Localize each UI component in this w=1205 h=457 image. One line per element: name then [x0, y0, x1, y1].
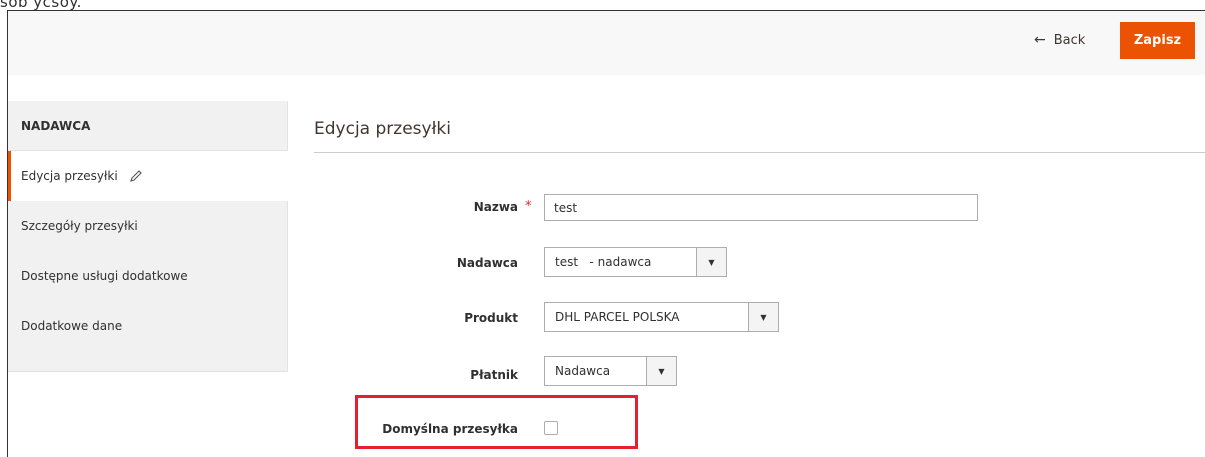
- required-marker: *: [525, 199, 532, 214]
- sidebar-item-szczegoly-przesylki[interactable]: Szczegóły przesyłki: [8, 201, 288, 251]
- pencil-icon: [129, 170, 142, 182]
- sender-select-value: test - nadawca: [555, 255, 652, 269]
- sidebar-title: NADAWCA: [8, 101, 288, 151]
- name-label: Nazwa: [473, 200, 518, 214]
- page-actions-header: ← Back Zapisz: [8, 11, 1205, 75]
- product-select[interactable]: DHL PARCEL POLSKA ▼: [544, 302, 779, 332]
- sidebar-item-label: Edycja przesyłki: [21, 169, 118, 183]
- chevron-down-icon: ▼: [696, 248, 726, 276]
- section-title: Edycja przesyłki: [314, 119, 451, 139]
- payer-label: Płatnik: [470, 368, 518, 382]
- section-divider: [314, 152, 1205, 153]
- sidebar-item-label: Dodatkowe dane: [21, 319, 123, 333]
- sidebar-item-dostepne-uslugi[interactable]: Dostępne usługi dodatkowe: [8, 251, 288, 301]
- back-label: Back: [1053, 32, 1086, 48]
- name-input[interactable]: test: [544, 194, 978, 221]
- sidebar-item-edycja-przesylki[interactable]: Edycja przesyłki: [8, 151, 288, 201]
- sender-select[interactable]: test - nadawca ▼: [544, 247, 727, 277]
- sidebar-item-label: Dostępne usługi dodatkowe: [21, 269, 188, 283]
- product-label: Produkt: [464, 311, 518, 325]
- highlight-annotation: [355, 395, 638, 449]
- save-button[interactable]: Zapisz: [1120, 22, 1195, 59]
- sidebar-item-label: Szczegóły przesyłki: [21, 219, 138, 233]
- chevron-down-icon: ▼: [748, 303, 778, 331]
- sidebar-tabs: NADAWCA Edycja przesyłki Szczegóły przes…: [8, 101, 288, 372]
- sender-label: Nadawca: [456, 256, 518, 270]
- arrow-left-icon: ←: [1034, 32, 1046, 48]
- back-button[interactable]: ← Back: [1034, 32, 1085, 48]
- admin-page-frame: ← Back Zapisz NADAWCA Edycja przesyłki S…: [7, 10, 1205, 457]
- payer-select-value: Nadawca: [555, 364, 611, 378]
- payer-select[interactable]: Nadawca ▼: [544, 356, 677, 386]
- sidebar-item-dodatkowe-dane[interactable]: Dodatkowe dane: [8, 301, 288, 351]
- chevron-down-icon: ▼: [646, 357, 676, 385]
- product-select-value: DHL PARCEL POLSKA: [555, 310, 680, 324]
